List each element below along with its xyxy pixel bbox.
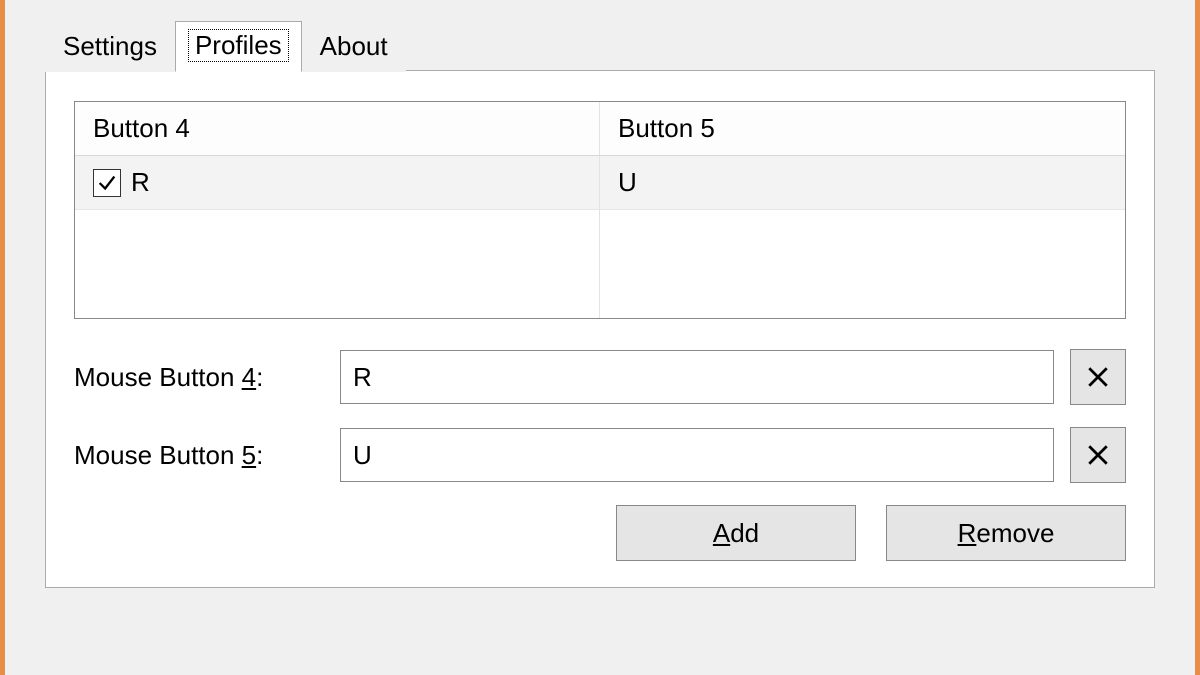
mouse-button-5-input[interactable]: U xyxy=(340,428,1054,482)
tab-profiles[interactable]: Profiles xyxy=(175,21,302,72)
tab-label: Settings xyxy=(63,31,157,61)
add-button[interactable]: Add xyxy=(616,505,856,561)
button-row: Add Remove xyxy=(74,505,1126,561)
field-label: Mouse Button 4: xyxy=(74,362,324,393)
x-icon xyxy=(1083,362,1113,392)
table-row-empty xyxy=(75,210,1125,264)
col-header-button4[interactable]: Button 4 xyxy=(75,102,600,155)
remove-button[interactable]: Remove xyxy=(886,505,1126,561)
field-label: Mouse Button 5: xyxy=(74,440,324,471)
tab-strip: Settings Profiles About xyxy=(45,20,1155,71)
cell-empty xyxy=(600,210,1125,264)
col-header-button5[interactable]: Button 5 xyxy=(600,102,1125,155)
x-icon xyxy=(1083,440,1113,470)
cell-empty xyxy=(75,210,600,264)
table-row-empty xyxy=(75,264,1125,318)
tab-label: About xyxy=(320,31,388,61)
check-icon xyxy=(96,172,118,194)
profiles-table: Button 4 Button 5 R U xyxy=(74,101,1126,319)
field-mouse-button-5: Mouse Button 5: U xyxy=(74,427,1126,483)
cell-value: U xyxy=(618,167,637,198)
cell-button4: R xyxy=(75,156,600,209)
table-header-row: Button 4 Button 5 xyxy=(75,102,1125,156)
profiles-panel: Button 4 Button 5 R U xyxy=(45,70,1155,588)
tab-about[interactable]: About xyxy=(302,23,406,72)
mouse-button-4-input[interactable]: R xyxy=(340,350,1054,404)
cell-button5: U xyxy=(600,156,1125,209)
cell-empty xyxy=(600,264,1125,318)
table-row[interactable]: R U xyxy=(75,156,1125,210)
clear-mb4-button[interactable] xyxy=(1070,349,1126,405)
tab-settings[interactable]: Settings xyxy=(45,23,175,72)
cell-value: R xyxy=(131,167,150,198)
row-checkbox[interactable] xyxy=(93,169,121,197)
tab-label: Profiles xyxy=(188,29,289,62)
clear-mb5-button[interactable] xyxy=(1070,427,1126,483)
field-mouse-button-4: Mouse Button 4: R xyxy=(74,349,1126,405)
cell-empty xyxy=(75,264,600,318)
